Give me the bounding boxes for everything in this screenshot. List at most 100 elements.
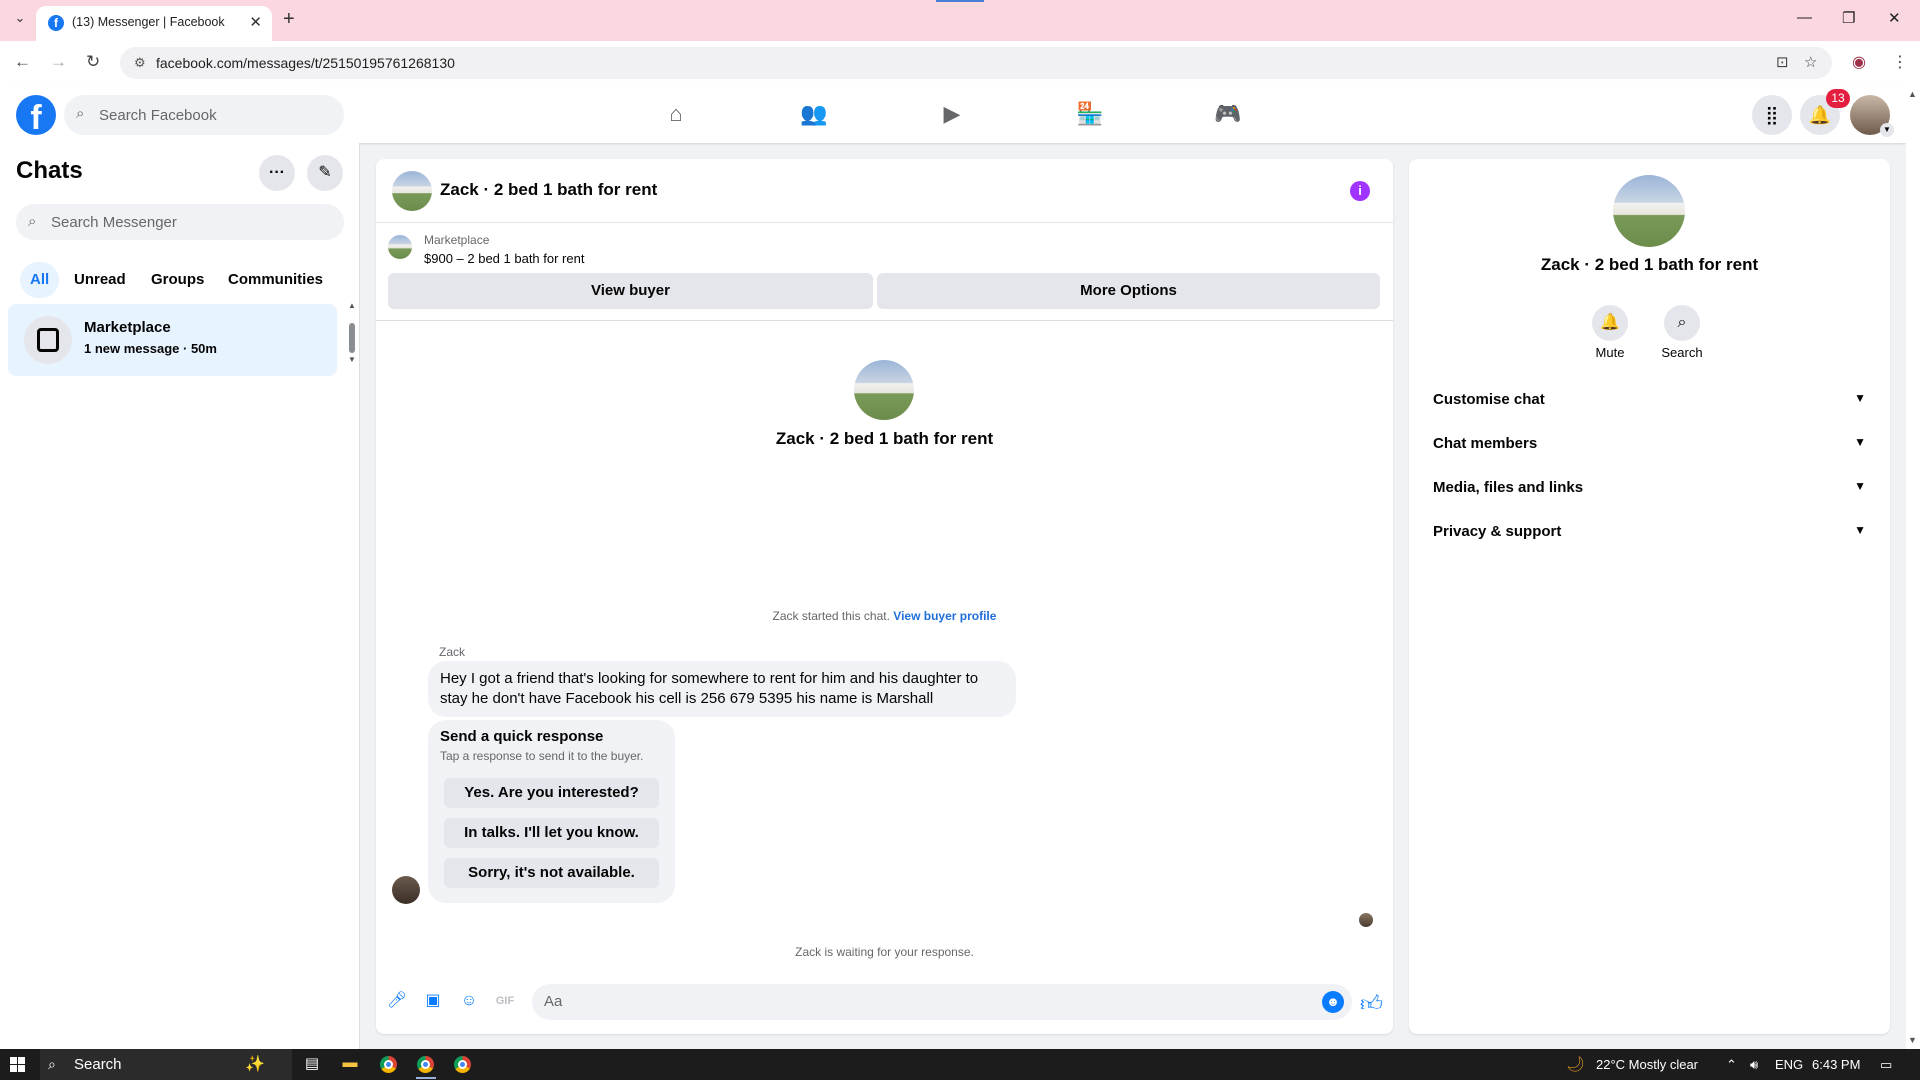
filter-groups[interactable]: Groups: [141, 262, 214, 298]
message-composer: 🎤︎ ▣ ☺ GIF Aa ☻ 👍︎: [376, 980, 1393, 1026]
windows-start-icon[interactable]: [10, 1057, 25, 1072]
facebook-logo-icon[interactable]: f: [16, 95, 56, 135]
close-tab-icon[interactable]: ✕: [249, 13, 262, 31]
restore-window-icon[interactable]: ❐: [1842, 9, 1855, 27]
customise-chat-section[interactable]: Customise chat ▼: [1425, 382, 1874, 418]
back-arrow-icon[interactable]: ←: [14, 52, 31, 72]
home-icon[interactable]: ⌂: [646, 93, 706, 135]
seen-indicator-avatar: [1359, 913, 1373, 927]
video-icon[interactable]: ▶: [922, 93, 982, 135]
quick-response-not-available-button[interactable]: Sorry, it's not available.: [444, 858, 659, 888]
task-view-icon[interactable]: ▤: [300, 1054, 324, 1076]
section-label: Customise chat: [1433, 391, 1545, 408]
filter-communities[interactable]: Communities: [218, 262, 333, 298]
quick-response-card: Send a quick response Tap a response to …: [428, 720, 675, 903]
address-bar[interactable]: ⚙ facebook.com/messages/t/25150195761268…: [120, 47, 1832, 79]
messenger-search-placeholder: Search Messenger: [51, 214, 177, 231]
search-conversation-icon[interactable]: ⌕: [1664, 305, 1700, 341]
message-input[interactable]: Aa ☻: [532, 984, 1352, 1020]
more-options-button[interactable]: More Options: [877, 273, 1380, 309]
mute-label: Mute: [1595, 345, 1625, 360]
sticker-icon[interactable]: ☺: [458, 990, 480, 1012]
clock[interactable]: 6:43 PM: [1812, 1057, 1860, 1072]
quick-response-subtitle: Tap a response to send it to the buyer.: [440, 749, 644, 763]
forward-arrow-icon[interactable]: →: [50, 52, 67, 72]
hidden-icons-chevron-icon[interactable]: ⌃: [1726, 1057, 1737, 1073]
thumbs-up-icon[interactable]: 👍︎: [1360, 990, 1383, 1017]
mute-bell-icon[interactable]: 🔔: [1592, 305, 1628, 341]
file-explorer-icon[interactable]: ▬: [338, 1054, 362, 1076]
sparkle-icon: ✨: [245, 1056, 265, 1073]
conversation-title[interactable]: Zack · 2 bed 1 bath for rent: [440, 180, 657, 200]
volume-icon[interactable]: 🔊︎: [1750, 1057, 1758, 1073]
scroll-thumb[interactable]: [349, 323, 355, 353]
weather-text[interactable]: 22°C Mostly clear: [1596, 1057, 1698, 1072]
started-text: Zack started this chat.: [772, 609, 890, 623]
search-icon: ⌕: [48, 1056, 56, 1072]
new-message-button[interactable]: ✎: [307, 155, 343, 191]
facebook-header: f ⌕ Search Facebook ⌂ 👥 ▶ 🏪 🎮 ⣿ 🔔 13 ▼: [0, 85, 1906, 143]
install-app-icon[interactable]: ⊡: [1776, 53, 1789, 71]
active-app-indicator: [416, 1077, 436, 1079]
notification-center-icon[interactable]: ▭: [1880, 1057, 1892, 1073]
site-info-icon[interactable]: ⚙: [134, 55, 146, 71]
section-label: Privacy & support: [1433, 523, 1562, 540]
browser-menu-icon[interactable]: ⋮: [1892, 52, 1908, 72]
weather-moon-icon[interactable]: 🌙︎: [1566, 1055, 1585, 1073]
sender-avatar[interactable]: [392, 876, 420, 904]
media-files-links-section[interactable]: Media, files and links ▼: [1425, 470, 1874, 506]
chat-members-section[interactable]: Chat members ▼: [1425, 426, 1874, 462]
menu-grid-icon[interactable]: ⣿: [1752, 95, 1792, 135]
reload-icon[interactable]: ↻: [86, 52, 100, 72]
language-indicator[interactable]: ENG: [1775, 1057, 1803, 1072]
view-buyer-button[interactable]: View buyer: [388, 273, 873, 309]
quick-response-title: Send a quick response: [440, 728, 604, 745]
filter-unread[interactable]: Unread: [64, 262, 136, 298]
chats-options-button[interactable]: ···: [259, 155, 295, 191]
info-icon[interactable]: i: [1350, 181, 1370, 201]
messenger-search-input[interactable]: ⌕ Search Messenger: [16, 204, 344, 240]
chrome-active-icon[interactable]: [417, 1056, 434, 1073]
tab-search-chevron-icon[interactable]: ⌄: [8, 10, 32, 30]
new-tab-button[interactable]: +: [283, 8, 295, 31]
chrome-icon[interactable]: [454, 1056, 471, 1073]
profile-icon[interactable]: ◉: [1852, 52, 1866, 72]
gaming-icon[interactable]: 🎮: [1198, 93, 1258, 135]
privacy-support-section[interactable]: Privacy & support ▼: [1425, 514, 1874, 550]
bookmark-star-icon[interactable]: ☆: [1804, 53, 1817, 71]
marketplace-listing-banner: Marketplace $900 – 2 bed 1 bath for rent…: [376, 223, 1393, 321]
minimize-window-icon[interactable]: —: [1797, 9, 1812, 26]
browser-tab[interactable]: f (13) Messenger | Facebook ✕: [36, 6, 272, 41]
taskbar-search[interactable]: ⌕ Search ✨: [40, 1049, 292, 1080]
photo-icon[interactable]: ▣: [422, 990, 444, 1012]
chat-list-scrollbar[interactable]: ▲ ▼: [348, 301, 356, 364]
page-scroll-up-icon[interactable]: ▲: [1908, 89, 1917, 99]
facebook-favicon-icon: f: [48, 15, 64, 31]
section-label: Media, files and links: [1433, 479, 1584, 496]
friends-icon[interactable]: 👥: [784, 93, 844, 135]
microphone-icon[interactable]: 🎤︎: [386, 990, 408, 1012]
page-scroll-down-icon[interactable]: ▼: [1908, 1035, 1917, 1045]
marketplace-icon[interactable]: 🏪: [1060, 93, 1120, 135]
scroll-down-arrow-icon[interactable]: ▼: [348, 355, 356, 364]
quick-response-in-talks-button[interactable]: In talks. I'll let you know.: [444, 818, 659, 848]
quick-response-yes-button[interactable]: Yes. Are you interested?: [444, 778, 659, 808]
facebook-search-input[interactable]: ⌕ Search Facebook: [64, 95, 344, 135]
page-scrollbar[interactable]: ▲ ▼: [1906, 85, 1920, 1049]
listing-thumbnail: [388, 235, 412, 259]
chats-sidebar: Chats ··· ✎ ⌕ Search Messenger All Unrea…: [0, 143, 360, 1049]
close-window-icon[interactable]: ✕: [1888, 9, 1901, 27]
chrome-icon[interactable]: [380, 1056, 397, 1073]
search-icon: ⌕: [28, 213, 37, 230]
taskbar-search-label: Search: [74, 1056, 122, 1073]
conversation-avatar[interactable]: [392, 171, 432, 211]
chat-list-item[interactable]: Marketplace 1 new message · 50m: [8, 304, 337, 376]
account-avatar[interactable]: ▼: [1850, 95, 1894, 137]
filter-all[interactable]: All: [20, 262, 60, 298]
incoming-message: Hey I got a friend that's looking for so…: [428, 661, 1016, 717]
view-buyer-profile-link[interactable]: View buyer profile: [893, 609, 996, 623]
scroll-up-arrow-icon[interactable]: ▲: [348, 301, 356, 310]
gif-icon[interactable]: GIF: [494, 990, 516, 1012]
emoji-icon[interactable]: ☻: [1322, 991, 1344, 1013]
chat-preview: 1 new message · 50m: [84, 341, 217, 356]
